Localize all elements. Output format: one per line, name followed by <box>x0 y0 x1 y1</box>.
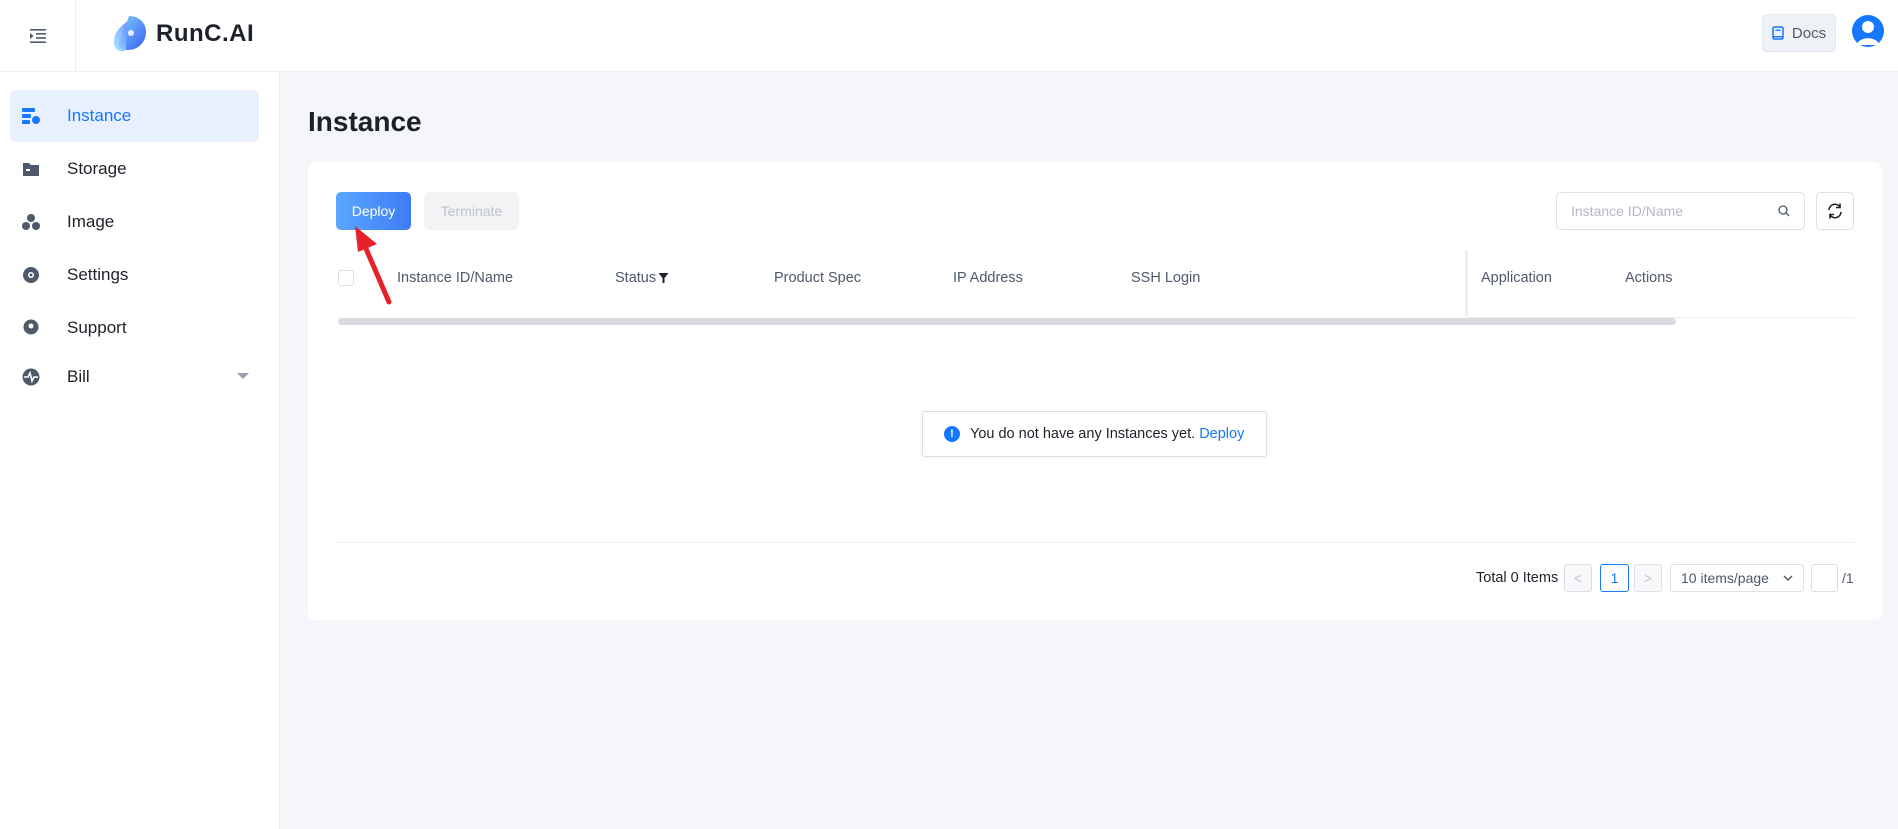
sidebar: Instance Storage Image Settings Support … <box>0 72 280 829</box>
sidebar-item-storage[interactable]: Storage <box>10 143 259 195</box>
deploy-button[interactable]: Deploy <box>336 192 411 230</box>
empty-state-notice: ! You do not have any Instances yet. Dep… <box>922 411 1267 457</box>
column-header-instance: Instance ID/Name <box>397 270 514 286</box>
select-all-checkbox[interactable] <box>338 270 354 286</box>
chevron-down-icon <box>1783 575 1793 581</box>
sidebar-item-label: Bill <box>67 367 90 386</box>
column-header-ssh-login: SSH Login <box>1131 270 1201 286</box>
search-icon[interactable] <box>1778 205 1790 217</box>
column-header-status[interactable]: Status <box>615 250 669 306</box>
empty-state-deploy-link[interactable]: Deploy <box>1199 426 1244 442</box>
sidebar-item-support[interactable]: Support <box>10 302 259 354</box>
sidebar-item-instance[interactable]: Instance <box>10 90 259 142</box>
search-box[interactable] <box>1556 192 1805 230</box>
runc-logo-icon <box>113 16 146 52</box>
pulse-icon <box>20 366 42 388</box>
sidebar-item-image[interactable]: Image <box>10 196 259 248</box>
user-avatar[interactable] <box>1852 15 1884 47</box>
page-jump-input[interactable] <box>1811 564 1838 592</box>
user-icon <box>1857 21 1879 45</box>
search-input[interactable] <box>1571 203 1778 219</box>
page-jump-total: /1 <box>1842 570 1854 586</box>
chevron-down-icon <box>237 373 249 379</box>
column-header-product-spec: Product Spec <box>774 270 862 286</box>
sidebar-item-label: Instance <box>67 106 132 125</box>
filter-icon[interactable] <box>658 272 669 284</box>
book-icon <box>1772 26 1784 40</box>
pagination-prev-button[interactable]: < <box>1564 564 1592 592</box>
column-header-application: Application <box>1481 270 1552 286</box>
page-title: Instance <box>308 106 422 137</box>
pagination-page-1[interactable]: 1 <box>1600 564 1629 592</box>
sidebar-item-label: Support <box>67 318 127 337</box>
refresh-button[interactable] <box>1816 192 1854 230</box>
column-header-ip-address: IP Address <box>953 270 1023 286</box>
column-header-actions: Actions <box>1625 270 1673 286</box>
instance-card: Deploy Terminate Instance ID/Name Status… <box>308 162 1882 620</box>
server-icon <box>20 105 42 127</box>
fixed-column-divider <box>1465 250 1468 317</box>
location-pin-icon <box>20 317 42 339</box>
sidebar-item-label: Storage <box>67 159 127 178</box>
brand-logo[interactable]: RunC.AI <box>110 14 254 54</box>
gear-icon <box>20 264 42 286</box>
folder-icon <box>20 158 42 180</box>
info-icon: ! <box>944 426 960 442</box>
top-header: RunC.AI Docs <box>0 0 1898 72</box>
docs-label: Docs <box>1791 24 1827 42</box>
pagination-next-button[interactable]: > <box>1634 564 1662 592</box>
sidebar-item-settings[interactable]: Settings <box>10 249 259 301</box>
horizontal-scrollbar[interactable] <box>338 318 1676 325</box>
refresh-icon <box>1828 203 1842 219</box>
table-bottom-divider <box>336 542 1854 543</box>
chevron-left-icon: < <box>1573 570 1583 586</box>
sidebar-item-label: Settings <box>67 265 129 284</box>
menu-collapse-button[interactable] <box>0 0 76 71</box>
sidebar-item-bill[interactable]: Bill <box>10 351 259 403</box>
docs-button[interactable]: Docs <box>1762 14 1836 52</box>
pagination-total: Total 0 Items <box>1476 570 1559 586</box>
page-size-value: 10 items/page <box>1681 570 1769 586</box>
sidebar-item-label: Image <box>67 212 115 231</box>
terminate-button[interactable]: Terminate <box>424 192 519 230</box>
page-size-select[interactable]: 10 items/page <box>1670 564 1804 592</box>
brand-name: RunC.AI <box>156 20 255 47</box>
menu-collapse-icon <box>29 28 46 43</box>
chevron-right-icon: > <box>1643 570 1653 586</box>
column-header-status-label: Status <box>615 270 657 286</box>
empty-state-message: You do not have any Instances yet. <box>970 426 1196 442</box>
cubes-icon <box>20 211 42 233</box>
